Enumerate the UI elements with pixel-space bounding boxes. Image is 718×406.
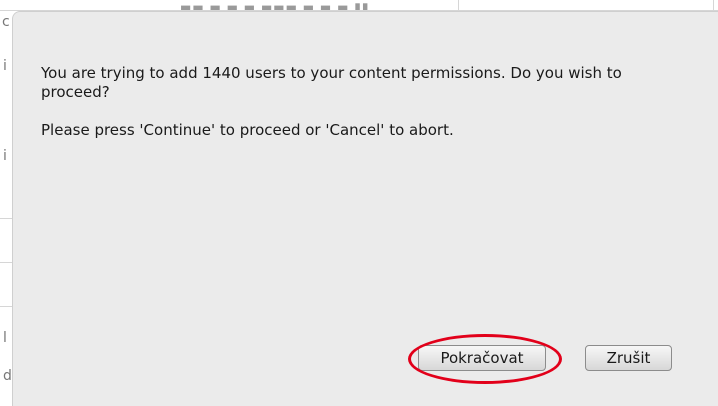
background-divider (0, 218, 12, 219)
dialog-hint: Please press 'Continue' to proceed or 'C… (41, 121, 454, 139)
background-fragment: i (3, 58, 7, 74)
background-divider (0, 262, 12, 263)
background-fragment: ▬▬ ▬ ▬ ▬ ▬▬▬ ▬ ▬ ▬ ▮▮ (180, 0, 370, 10)
background-fragment: c (2, 14, 10, 30)
dialog-message: You are trying to add 1440 users to your… (41, 64, 622, 101)
continue-button[interactable]: Pokračovat (418, 345, 546, 371)
background-fragment: d (3, 368, 12, 384)
cancel-button[interactable]: Zrušit (585, 345, 672, 371)
background-fragment: i (3, 148, 7, 164)
background-divider (0, 306, 12, 307)
dialog-body: You are trying to add 1440 users to your… (41, 64, 691, 140)
background-fragment: l (3, 330, 7, 346)
